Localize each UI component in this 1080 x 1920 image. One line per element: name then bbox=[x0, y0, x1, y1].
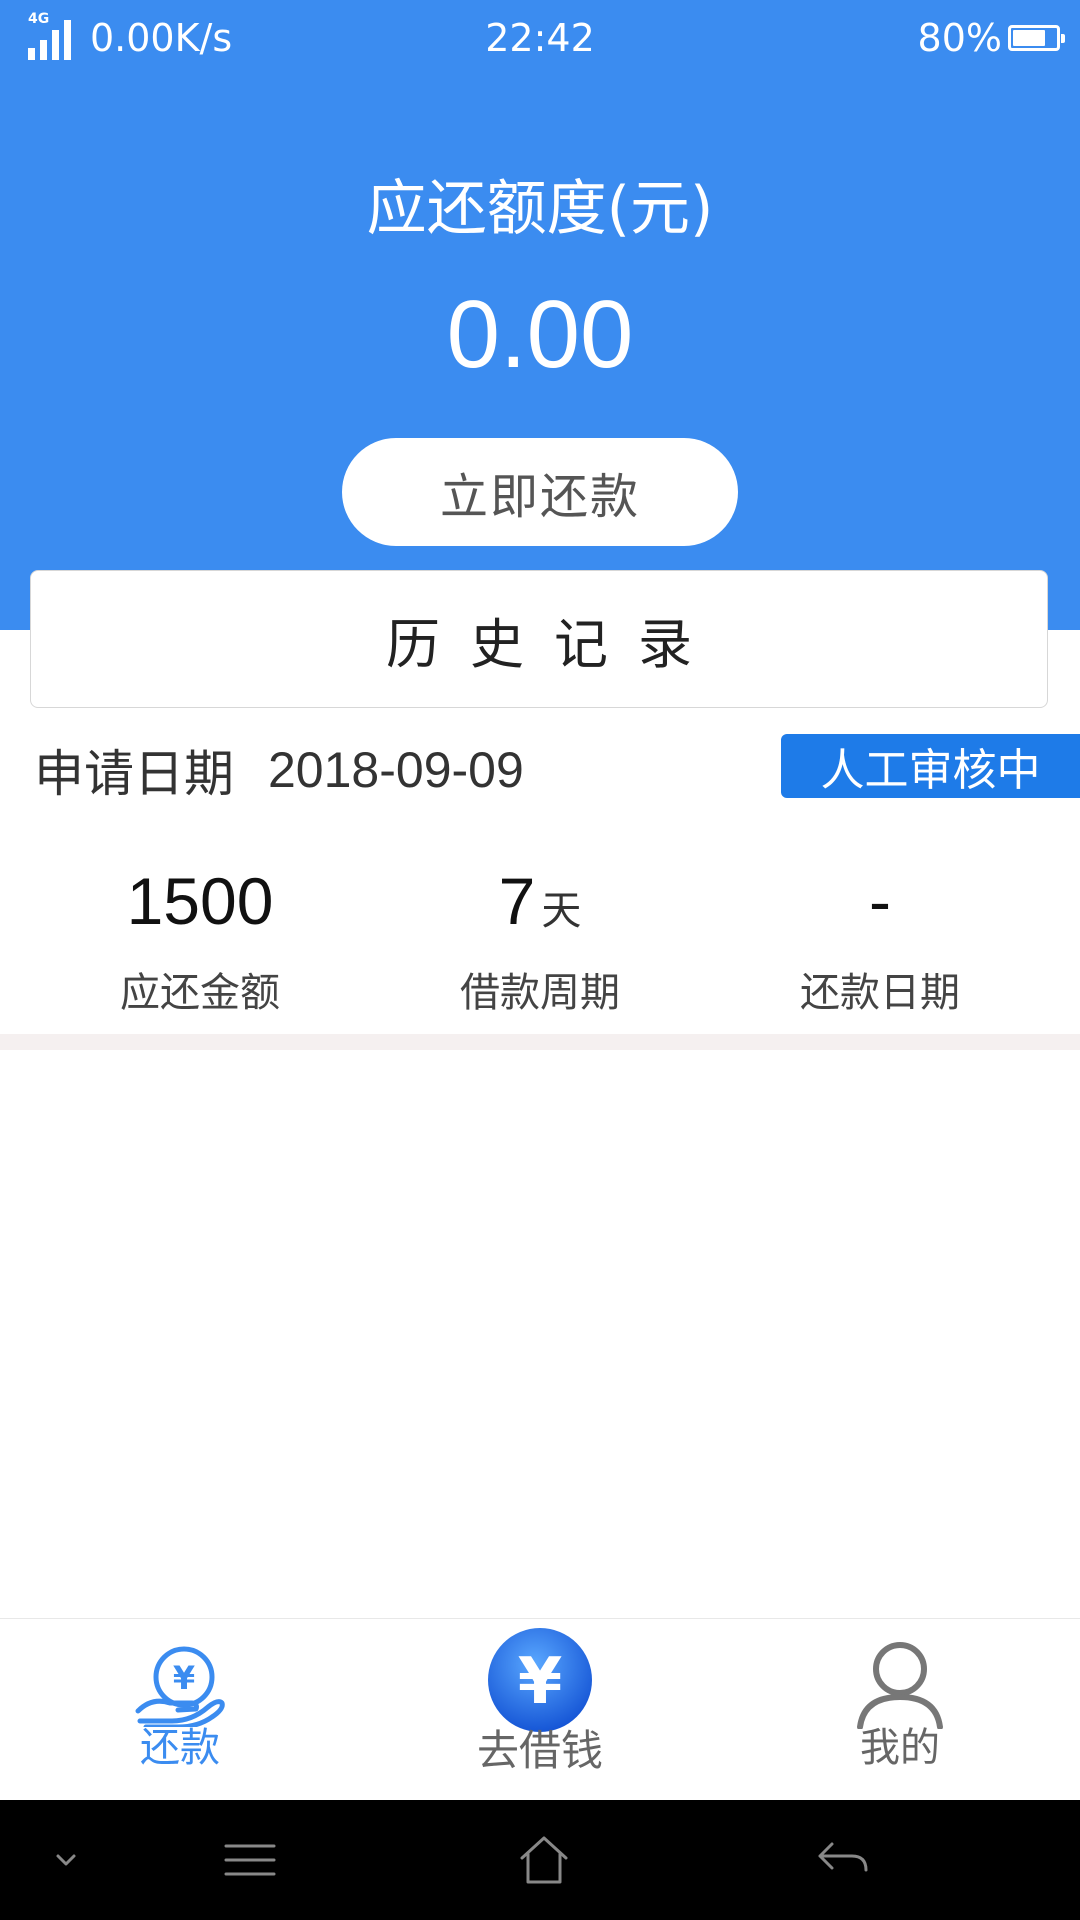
status-badge: 人工审核中 bbox=[781, 734, 1080, 798]
apply-date-value: 2018-09-09 bbox=[268, 742, 524, 798]
tab-mine[interactable]: 我的 bbox=[720, 1619, 1080, 1801]
header-panel: 4G 0.00K/s 22:42 80% 应还额度(元) 0.00 立即还款 bbox=[0, 0, 1080, 630]
stat-loan-period-label: 借款周期 bbox=[460, 970, 620, 1016]
history-records-button[interactable]: 历史记录 bbox=[30, 570, 1048, 708]
loan-stats: 1500 应还金额 7天 借款周期 - 还款日期 bbox=[0, 860, 1080, 1016]
system-nav-bar bbox=[0, 1800, 1080, 1920]
svg-text:¥: ¥ bbox=[173, 1659, 195, 1697]
stat-amount-due-label: 应还金额 bbox=[120, 970, 280, 1016]
stat-amount-due-value: 1500 bbox=[126, 864, 274, 938]
menu-icon[interactable] bbox=[220, 1830, 280, 1890]
svg-text:¥: ¥ bbox=[518, 1645, 563, 1719]
apply-date-row: 申请日期 2018-09-09 bbox=[34, 734, 524, 806]
stat-repay-date: - 还款日期 bbox=[700, 860, 1060, 1018]
tab-repay-label: 还款 bbox=[140, 1725, 220, 1771]
battery-fill bbox=[1013, 30, 1045, 46]
stat-loan-period-unit: 天 bbox=[541, 888, 582, 934]
stat-loan-period: 7天 借款周期 bbox=[360, 860, 720, 1018]
battery-icon bbox=[1008, 25, 1065, 51]
tab-borrow-label: 去借钱 bbox=[476, 1726, 603, 1775]
tab-borrow[interactable]: ¥ 去借钱 bbox=[360, 1619, 720, 1801]
section-divider bbox=[0, 1034, 1080, 1050]
due-amount-title: 应还额度(元) bbox=[366, 174, 714, 244]
stat-loan-period-value: 7 bbox=[498, 864, 536, 938]
apply-date-label: 申请日期 bbox=[34, 745, 234, 803]
home-icon[interactable] bbox=[514, 1830, 574, 1890]
battery-percent: 80% bbox=[917, 16, 1002, 60]
stat-repay-date-label: 还款日期 bbox=[800, 970, 960, 1016]
repay-now-button[interactable]: 立即还款 bbox=[342, 438, 738, 546]
tab-mine-label: 我的 bbox=[860, 1725, 940, 1771]
stat-amount-due: 1500 应还金额 bbox=[20, 860, 380, 1018]
bottom-tab-bar: ¥ 还款 ¥ 去借钱 我的 bbox=[0, 1618, 1080, 1801]
due-amount-value: 0.00 bbox=[446, 281, 634, 388]
tab-repay[interactable]: ¥ 还款 bbox=[0, 1619, 360, 1801]
back-icon[interactable] bbox=[812, 1830, 872, 1890]
stat-repay-date-value: - bbox=[869, 864, 891, 938]
status-bar: 4G 0.00K/s 22:42 80% bbox=[0, 0, 1080, 78]
chevron-down-icon[interactable] bbox=[46, 1840, 86, 1880]
status-right: 80% bbox=[917, 16, 1065, 60]
